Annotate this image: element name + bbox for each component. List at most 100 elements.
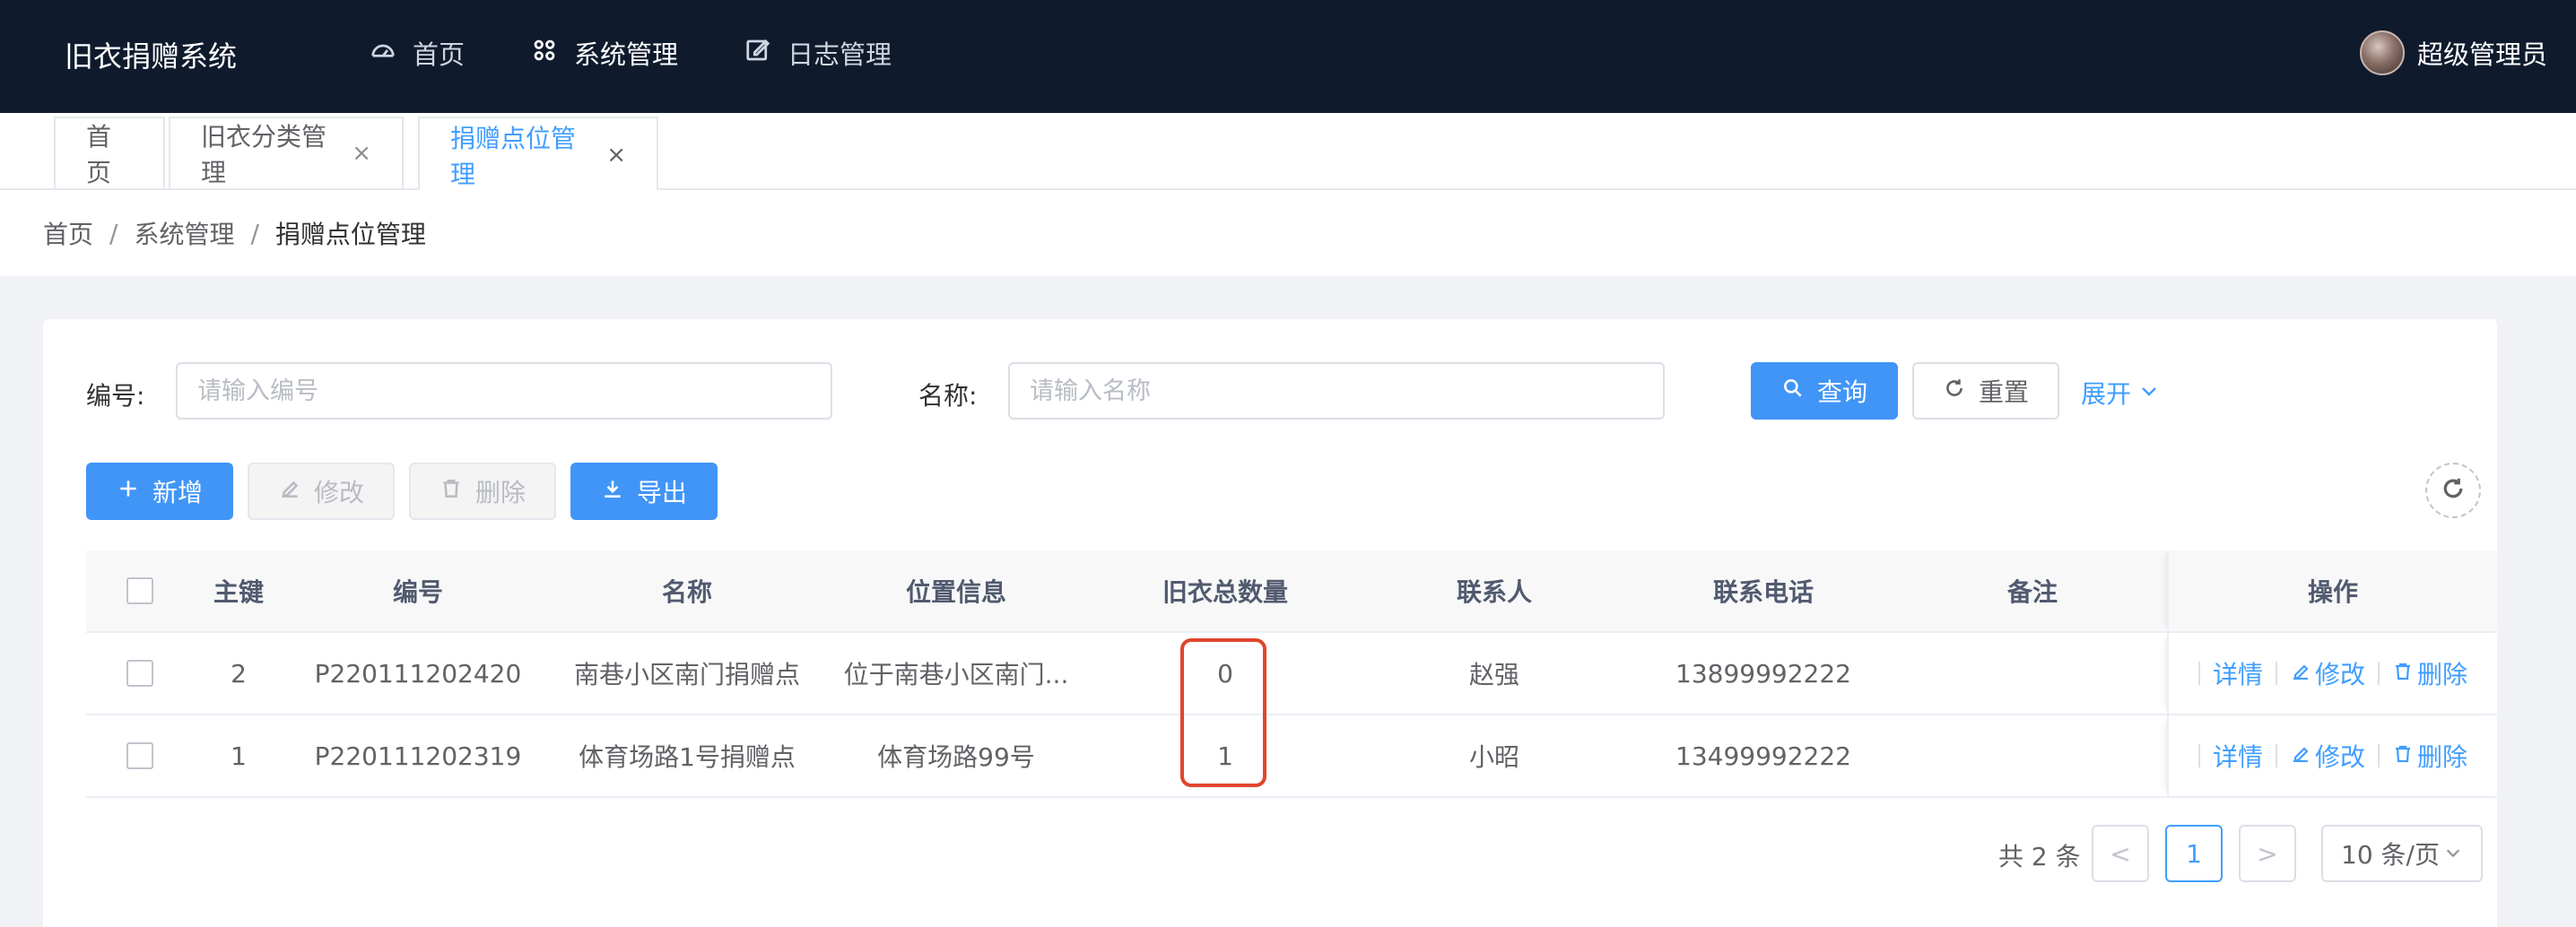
detail-link[interactable]: 详情: [2213, 738, 2263, 774]
edit-icon: [744, 37, 771, 70]
tab-home[interactable]: 首页: [54, 117, 165, 188]
divider: [2197, 662, 2200, 685]
data-table: 主键 编号 名称 位置信息 旧衣总数量 联系人 联系电话 备注 操作 2 P22…: [86, 550, 2497, 798]
close-icon[interactable]: ×: [352, 140, 371, 167]
expand-link[interactable]: 展开: [2081, 375, 2160, 411]
user-name: 超级管理员: [2416, 39, 2547, 70]
row-actions: 详情 修改 删除: [2167, 715, 2497, 796]
page-size-select[interactable]: 10 条/页: [2321, 825, 2483, 882]
cell-location: 位于南巷小区南门...: [843, 660, 1069, 689]
content-card: 编号: 名称: 查询 重置 展开 新增 修改 删除 导出 主键 编号: [43, 319, 2497, 927]
app-title: 旧衣捐赠系统: [65, 39, 238, 74]
nav-item-logs[interactable]: 日志管理: [744, 34, 892, 72]
cell-code: P220111202319: [314, 741, 522, 771]
chevron-down-icon: [2443, 839, 2463, 869]
tab-donation-points[interactable]: 捐赠点位管理 ×: [418, 117, 658, 192]
refresh-button[interactable]: [2425, 463, 2481, 518]
top-header: 旧衣捐赠系统 首页 系统管理 日志管理 超级管理员: [0, 0, 2576, 113]
select-all-cell: [86, 577, 194, 604]
cell-id: 2: [231, 658, 247, 689]
detail-label: 详情: [2212, 742, 2263, 772]
divider: [2378, 662, 2380, 685]
apps-icon: [531, 37, 558, 70]
reset-label: 重置: [1978, 377, 2029, 407]
column-header: 主键: [213, 577, 264, 607]
trash-icon: [2392, 741, 2414, 771]
breadcrumb-separator: /: [250, 218, 259, 248]
row-edit-link[interactable]: 修改: [2290, 655, 2365, 691]
query-label: 查询: [1816, 377, 1867, 407]
table-row: 1 P220111202319 体育场路1号捐赠点 体育场路99号 1 小昭 1…: [86, 715, 2497, 798]
cell-phone: 13499992222: [1675, 741, 1851, 771]
name-input[interactable]: [1008, 362, 1665, 420]
user-menu[interactable]: 超级管理员: [2359, 30, 2547, 75]
row-select-cell: [86, 660, 194, 687]
breadcrumb-home[interactable]: 首页: [43, 215, 93, 251]
row-edit-link[interactable]: 修改: [2290, 738, 2365, 774]
column-header: 编号: [392, 577, 443, 607]
column-header: 联系电话: [1712, 577, 1814, 607]
row-delete-link[interactable]: 删除: [2392, 738, 2467, 774]
trash-icon: [2392, 659, 2414, 689]
query-button[interactable]: 查询: [1751, 362, 1898, 420]
nav-item-label: 系统管理: [574, 39, 679, 70]
column-header: 旧衣总数量: [1162, 577, 1288, 607]
column-header: 名称: [661, 577, 712, 607]
export-label: 导出: [636, 478, 687, 507]
select-all-checkbox[interactable]: [126, 577, 153, 604]
tab-clothes-category[interactable]: 旧衣分类管理 ×: [169, 117, 404, 188]
column-header: 位置信息: [905, 577, 1006, 607]
column-header: 备注: [2006, 577, 2058, 607]
detail-link[interactable]: 详情: [2213, 655, 2263, 691]
cell-name: 南巷小区南门捐赠点: [573, 660, 800, 689]
edit-label: 修改: [2314, 742, 2365, 772]
row-checkbox[interactable]: [126, 660, 153, 687]
add-label: 新增: [152, 478, 203, 507]
divider: [2275, 744, 2277, 767]
name-label: 名称:: [918, 381, 978, 411]
code-input[interactable]: [176, 362, 832, 420]
divider: [2378, 744, 2380, 767]
breadcrumb-separator: /: [109, 218, 118, 248]
expand-label: 展开: [2081, 379, 2132, 409]
avatar: [2359, 30, 2405, 75]
page-size-label: 10 条/页: [2341, 840, 2440, 870]
tab-label: 首页: [86, 122, 112, 187]
edit-button[interactable]: 修改: [248, 463, 395, 520]
nav-item-home[interactable]: 首页: [370, 34, 465, 72]
page-1-button[interactable]: 1: [2165, 825, 2223, 882]
export-button[interactable]: 导出: [570, 463, 718, 520]
row-delete-link[interactable]: 删除: [2392, 655, 2467, 691]
nav-item-label: 首页: [413, 39, 466, 70]
delete-button[interactable]: 删除: [409, 463, 556, 520]
add-button[interactable]: 新增: [86, 463, 233, 520]
close-icon[interactable]: ×: [606, 142, 626, 169]
nav-item-system[interactable]: 系统管理: [531, 34, 678, 72]
divider: [2197, 744, 2200, 767]
cell-contact: 赵强: [1468, 660, 1519, 689]
edit-label: 修改: [2314, 660, 2365, 689]
cell-code: P220111202420: [314, 658, 522, 689]
dashboard-icon: [370, 37, 396, 70]
cell-name: 体育场路1号捐赠点: [579, 742, 796, 772]
cell-total: 1: [1217, 741, 1233, 771]
divider: [2275, 662, 2277, 685]
detail-label: 详情: [2212, 660, 2263, 689]
cell-phone: 13899992222: [1675, 658, 1851, 689]
cell-id: 1: [231, 741, 247, 771]
breadcrumb-system[interactable]: 系统管理: [134, 215, 234, 251]
table-row: 2 P220111202420 南巷小区南门捐赠点 位于南巷小区南门... 0 …: [86, 633, 2497, 715]
tabs-bar: 首页 旧衣分类管理 × 捐赠点位管理 ×: [0, 113, 2576, 192]
cell-total: 0: [1217, 658, 1233, 689]
delete-label: 删除: [474, 478, 526, 507]
row-checkbox[interactable]: [126, 742, 153, 769]
breadcrumb: 首页 / 系统管理 / 捐赠点位管理: [0, 190, 2576, 276]
table-header: 主键 编号 名称 位置信息 旧衣总数量 联系人 联系电话 备注 操作: [86, 550, 2497, 633]
prev-page-button[interactable]: <: [2092, 825, 2149, 882]
column-header: 操作: [2167, 550, 2497, 631]
refresh-icon: [2440, 475, 2467, 506]
top-nav: 首页 系统管理 日志管理: [370, 34, 892, 72]
reset-button[interactable]: 重置: [1912, 362, 2059, 420]
trash-icon: [439, 477, 463, 507]
next-page-button[interactable]: >: [2239, 825, 2296, 882]
